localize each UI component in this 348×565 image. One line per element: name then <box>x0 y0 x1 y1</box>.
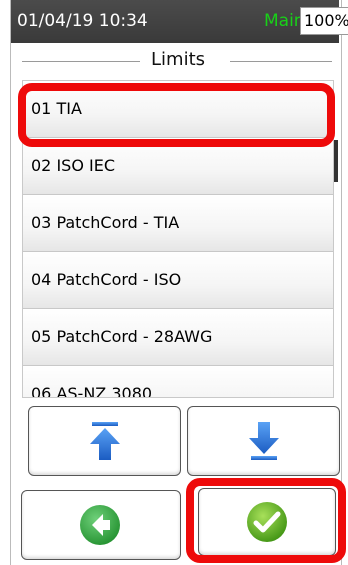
scrollbar[interactable] <box>334 140 338 182</box>
arrow-up-to-top-icon <box>90 422 120 460</box>
back-button[interactable] <box>21 490 181 560</box>
list-item-label: 01 TIA <box>31 99 82 118</box>
datetime: 01/04/19 10:34 <box>17 11 148 31</box>
list-item-label: 05 PatchCord - 28AWG <box>31 327 213 346</box>
list-item[interactable]: 05 PatchCord - 28AWG <box>23 309 333 366</box>
divider <box>22 61 140 62</box>
list-item[interactable]: 03 PatchCord - TIA <box>23 195 333 252</box>
list-item[interactable]: 06 AS-NZ 3080 <box>23 366 333 398</box>
scroll-to-top-button[interactable] <box>28 406 181 476</box>
list-item-label: 06 AS-NZ 3080 <box>31 384 153 398</box>
divider <box>230 61 332 62</box>
confirm-button[interactable] <box>198 488 336 556</box>
arrow-down-to-bottom-icon <box>249 422 279 460</box>
battery-indicator: 100% <box>300 7 348 35</box>
list-item[interactable]: 01 TIA <box>23 81 333 138</box>
list-item-label: 04 PatchCord - ISO <box>31 270 182 289</box>
status-bar: 01/04/19 10:34 Main 100% <box>11 0 348 43</box>
list-item-label: 03 PatchCord - TIA <box>31 213 180 232</box>
back-arrow-icon <box>80 505 120 545</box>
list-item[interactable]: 04 PatchCord - ISO <box>23 252 333 309</box>
mode-indicator: Main <box>264 11 305 31</box>
checkmark-icon <box>247 502 287 542</box>
list-item[interactable]: 02 ISO IEC <box>23 138 333 195</box>
limits-list[interactable]: 01 TIA 02 ISO IEC 03 PatchCord - TIA 04 … <box>22 80 334 398</box>
scroll-to-bottom-button[interactable] <box>187 406 340 476</box>
section-heading: Limits <box>22 46 332 76</box>
section-title: Limits <box>151 49 205 70</box>
list-item-label: 02 ISO IEC <box>31 156 115 175</box>
